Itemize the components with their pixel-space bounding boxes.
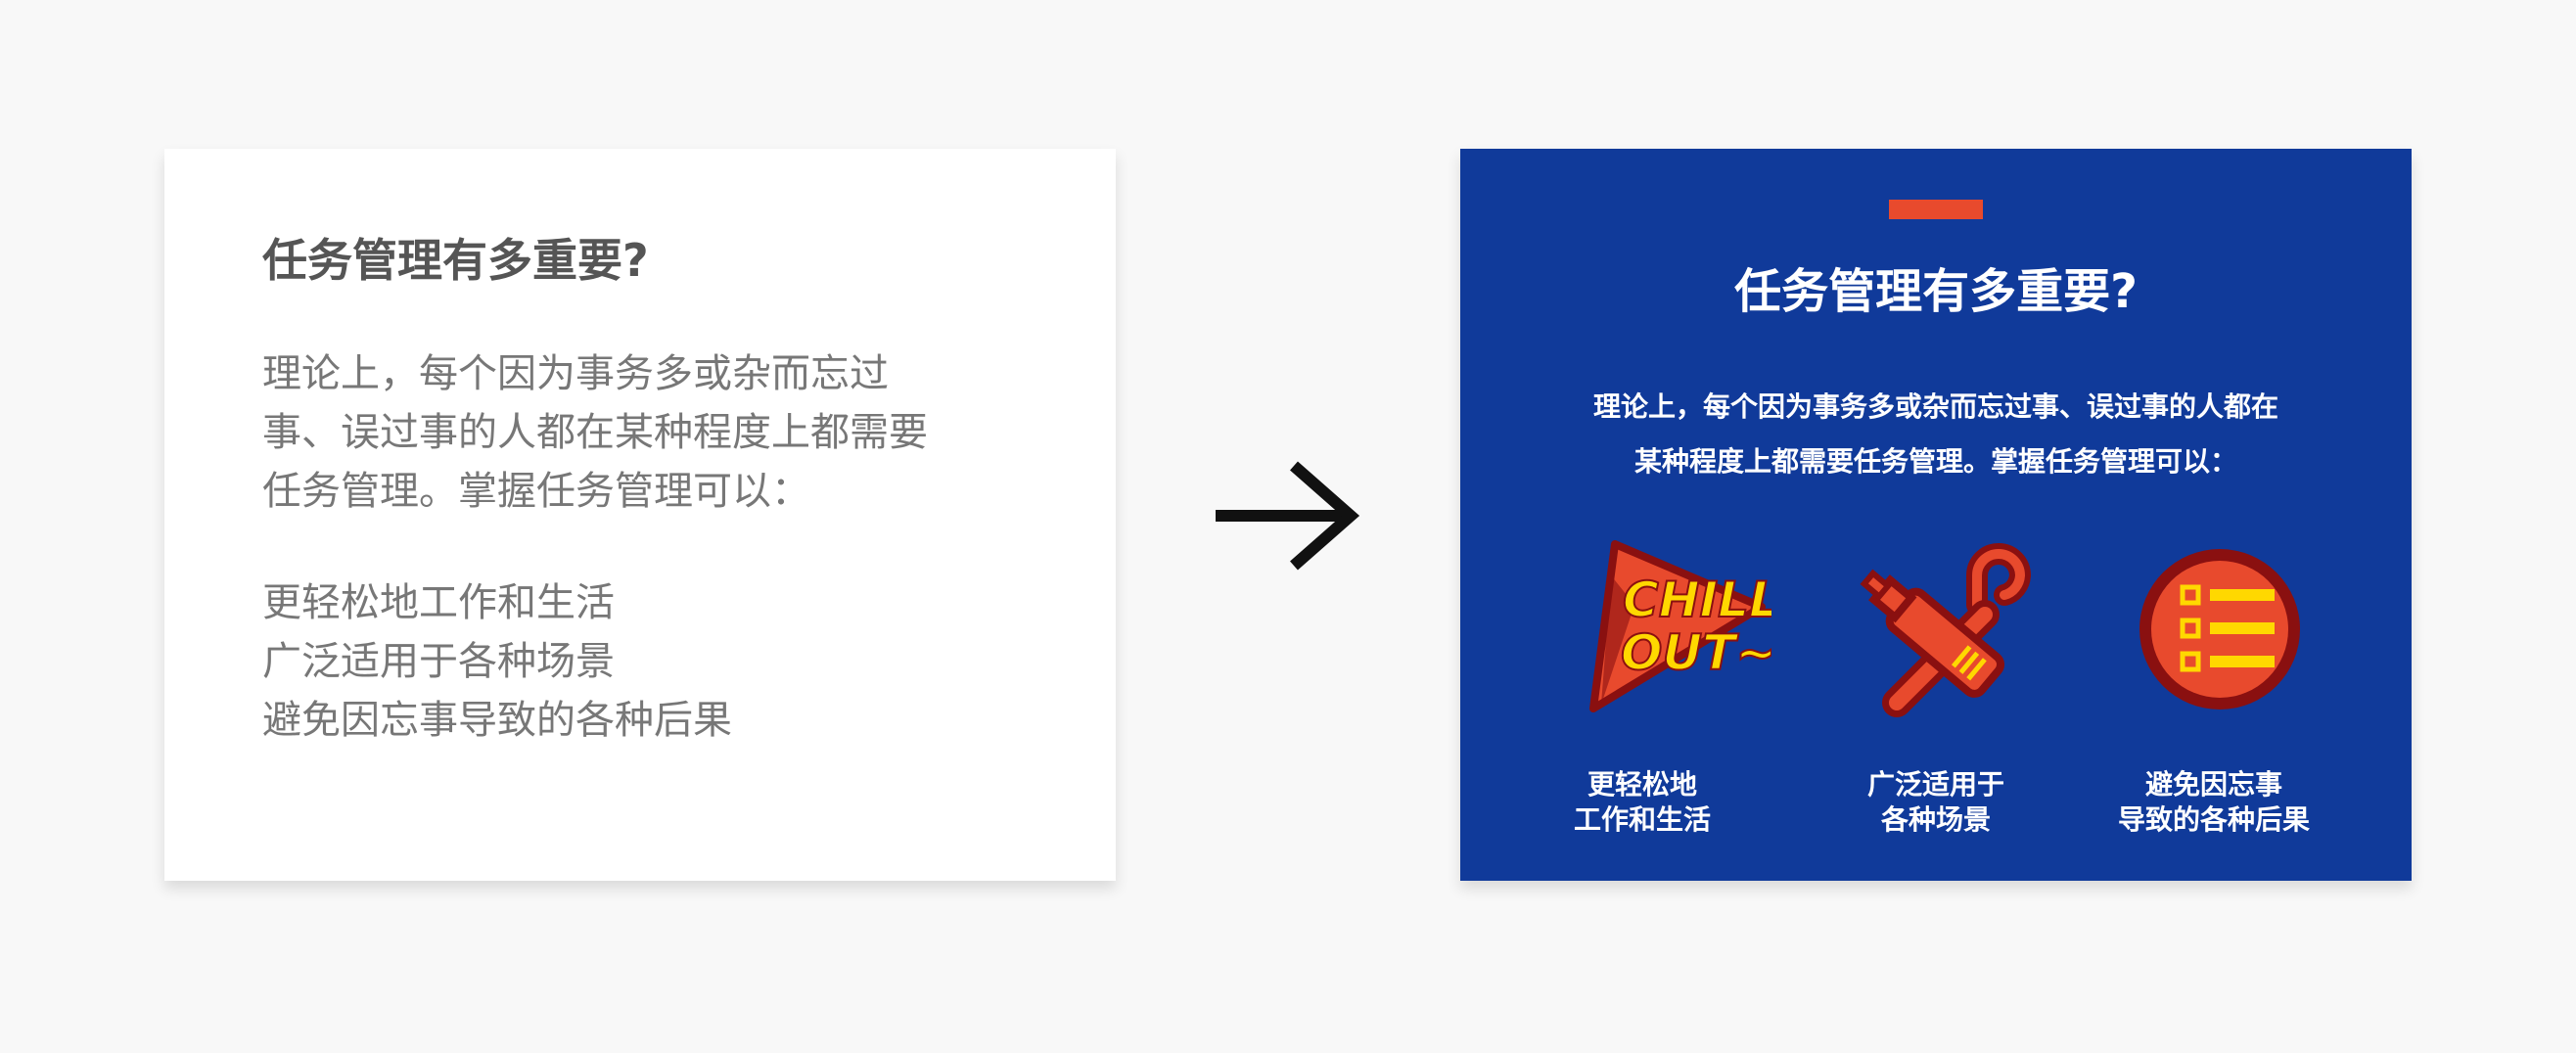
accent-bar [1889, 200, 1983, 219]
caption-easier-life: 更轻松地 工作和生活 [1515, 767, 1770, 838]
arrow-right-icon [1216, 461, 1360, 571]
caption-line: 工作和生活 [1573, 803, 1711, 836]
out-text: OUT~ [1621, 624, 1771, 681]
chill-text: CHILL [1623, 572, 1771, 628]
caption-line: 避免因忘事 [2144, 768, 2282, 801]
before-list-item: 更轻松地工作和生活 [262, 580, 615, 625]
after-card: 任务管理有多重要? 理论上，每个因为事务多或杂而忘过事、误过事的人都在 某种程度… [1460, 149, 2412, 881]
before-list: 更轻松地工作和生活 广泛适用于各种场景 避免因忘事导致的各种后果 [262, 573, 732, 750]
before-paragraph: 理论上，每个因为事务多或杂而忘过 事、误过事的人都在某种程度上都需要 任务管理。… [262, 344, 1026, 521]
caption-line: 更轻松地 [1587, 768, 1697, 801]
after-paragraph: 理论上，每个因为事务多或杂而忘过事、误过事的人都在 某种程度上都需要任务管理。掌… [1460, 380, 2412, 489]
before-card: 任务管理有多重要? 理论上，每个因为事务多或杂而忘过 事、误过事的人都在某种程度… [164, 149, 1116, 881]
caption-avoid-consequences: 避免因忘事 导致的各种后果 [2087, 767, 2341, 838]
before-list-item: 广泛适用于各种场景 [262, 639, 615, 684]
before-list-item: 避免因忘事导致的各种后果 [262, 698, 732, 743]
caption-wide-use: 广泛适用于 各种场景 [1809, 767, 2063, 838]
flask-wrench-icon [1860, 543, 2032, 717]
chill-out-pennant-icon: CHILL OUT~ [1589, 540, 1771, 712]
caption-line: 导致的各种后果 [2117, 803, 2310, 836]
before-paragraph-line: 事、误过事的人都在某种程度上都需要 [262, 410, 928, 455]
before-paragraph-line: 任务管理。掌握任务管理可以： [262, 469, 810, 514]
caption-line: 广泛适用于 [1866, 768, 2004, 801]
before-title: 任务管理有多重要? [262, 234, 649, 287]
caption-line: 各种场景 [1880, 803, 1991, 836]
checklist-icon [2139, 549, 2300, 710]
after-paragraph-line: 理论上，每个因为事务多或杂而忘过事、误过事的人都在 [1592, 390, 2278, 423]
after-paragraph-line: 某种程度上都需要任务管理。掌握任务管理可以： [1633, 445, 2237, 478]
before-paragraph-line: 理论上，每个因为事务多或杂而忘过 [262, 351, 889, 396]
after-title: 任务管理有多重要? [1734, 264, 2138, 319]
